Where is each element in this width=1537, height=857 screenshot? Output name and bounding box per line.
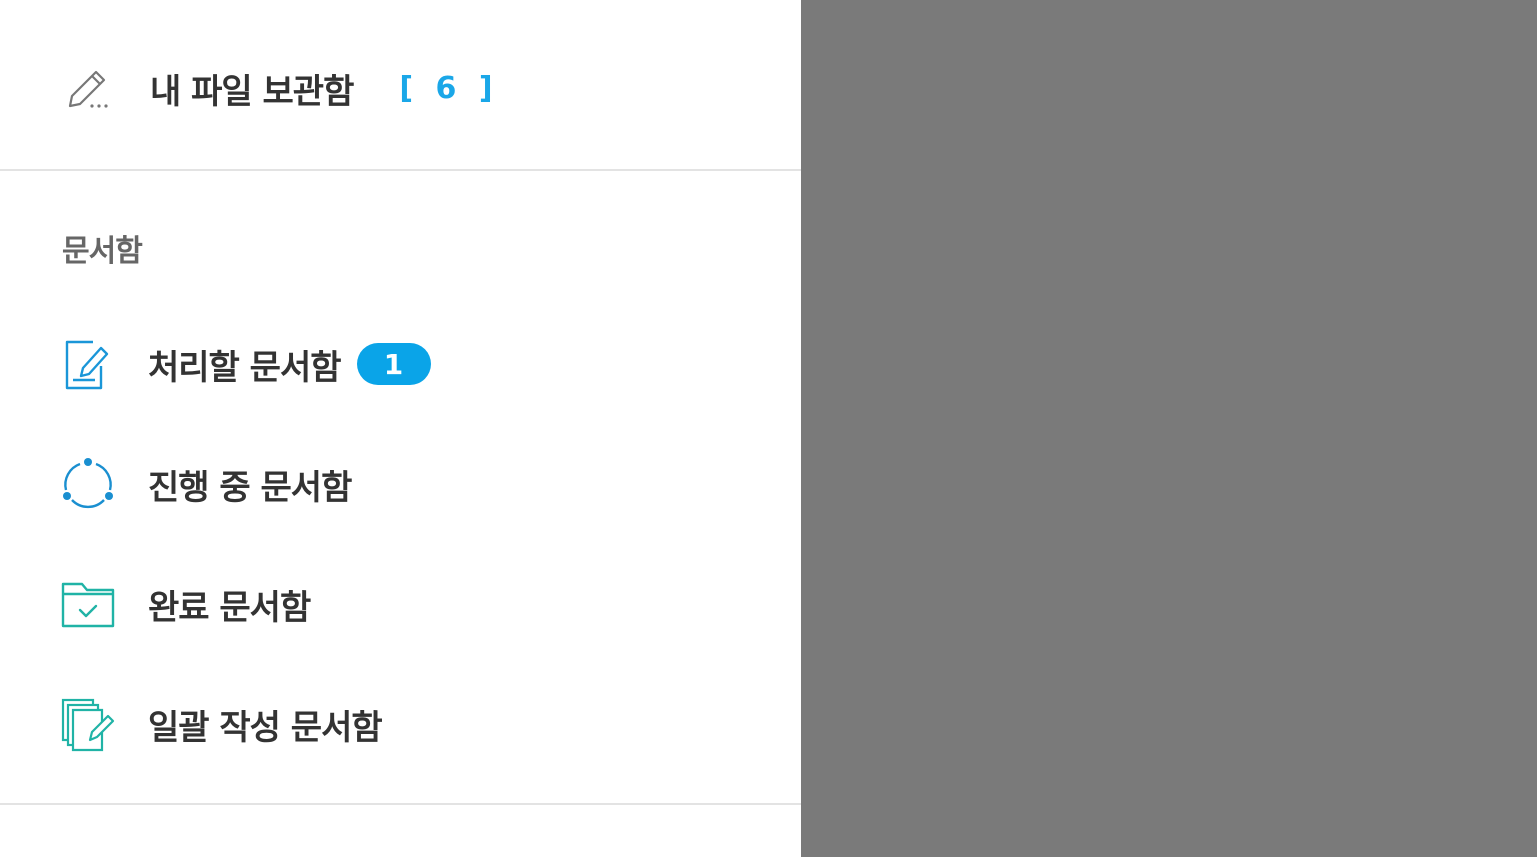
menu-item-batch-write[interactable]: 일괄 작성 문서함 bbox=[60, 694, 383, 754]
sidebar: 내 파일 보관함 [ 6 ] 문서함 처리할 문서함 1 진행 중 문서함 완료… bbox=[0, 0, 801, 857]
menu-item-to-process[interactable]: 처리할 문서함 1 bbox=[60, 334, 431, 394]
menu-item-label: 일괄 작성 문서함 bbox=[148, 707, 383, 748]
menu-item-in-progress[interactable]: 진행 중 문서함 bbox=[60, 454, 352, 514]
edit-document-icon bbox=[60, 336, 116, 392]
menu-item-label: 처리할 문서함 bbox=[148, 347, 342, 388]
folder-check-icon bbox=[60, 576, 116, 632]
pending-count-badge: 1 bbox=[356, 343, 431, 385]
progress-cycle-icon bbox=[60, 456, 116, 512]
section-title: 문서함 bbox=[62, 234, 143, 269]
my-file-storage-item[interactable]: 내 파일 보관함 [ 6 ] bbox=[60, 60, 499, 116]
multi-document-edit-icon bbox=[60, 696, 116, 752]
page: 내 파일 보관함 [ 6 ] 문서함 처리할 문서함 1 진행 중 문서함 완료… bbox=[0, 0, 1537, 857]
menu-item-label: 진행 중 문서함 bbox=[148, 467, 352, 508]
modal-overlay[interactable] bbox=[801, 0, 1537, 857]
divider bbox=[0, 803, 801, 805]
divider bbox=[0, 169, 801, 171]
pencil-icon bbox=[60, 60, 116, 116]
file-storage-label: 내 파일 보관함 bbox=[150, 71, 354, 112]
menu-item-label: 완료 문서함 bbox=[148, 587, 311, 628]
file-storage-count: [ 6 ] bbox=[399, 70, 499, 106]
menu-item-completed[interactable]: 완료 문서함 bbox=[60, 574, 311, 634]
